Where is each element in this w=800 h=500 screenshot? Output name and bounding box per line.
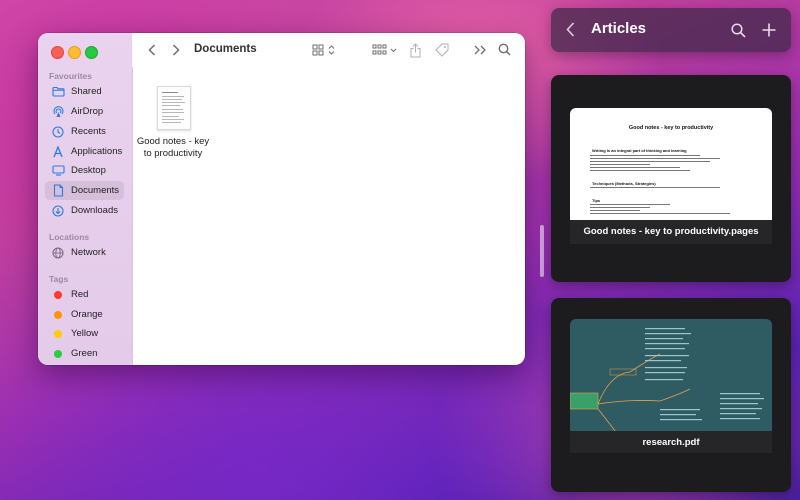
sidebar-item-network[interactable]: Network bbox=[45, 243, 124, 262]
sidebar-item-label: Applications bbox=[71, 146, 123, 157]
share-icon[interactable] bbox=[408, 41, 422, 59]
sidebar-item-label: Orange bbox=[71, 309, 103, 320]
window-title: Documents bbox=[194, 43, 257, 55]
add-icon[interactable] bbox=[762, 23, 776, 42]
articles-title: Articles bbox=[591, 20, 647, 37]
forward-icon[interactable] bbox=[169, 42, 183, 58]
back-icon[interactable] bbox=[145, 42, 159, 58]
folder-icon bbox=[50, 86, 66, 97]
document-preview: Good notes - key to productivity Writing… bbox=[570, 108, 772, 220]
zoom-window-button[interactable] bbox=[85, 46, 98, 59]
article-card-pdf[interactable]: research.pdf bbox=[551, 298, 791, 492]
sidebar-item-label: Red bbox=[71, 289, 89, 300]
sidebar-item-label: Recents bbox=[71, 126, 106, 137]
finder-window: Favourites Shared AirDrop Recents Applic… bbox=[38, 33, 525, 365]
sidebar-item-documents[interactable]: Documents bbox=[45, 181, 124, 200]
sidebar-item-label: Desktop bbox=[71, 165, 106, 176]
sidebar-item-label: AirDrop bbox=[71, 106, 104, 117]
view-icon-grid-icon[interactable] bbox=[311, 42, 337, 58]
article-card-title: Good notes - key to productivity.pages bbox=[583, 226, 759, 237]
finder-sidebar: Favourites Shared AirDrop Recents Applic… bbox=[38, 33, 133, 365]
file-name-line: Good notes - key bbox=[136, 136, 210, 147]
sidebar-item-shared[interactable]: Shared bbox=[45, 82, 124, 101]
download-icon bbox=[50, 204, 66, 217]
tag-dot-icon bbox=[54, 329, 62, 338]
article-card-title: research.pdf bbox=[642, 437, 700, 448]
sidebar-item-desktop[interactable]: Desktop bbox=[45, 161, 124, 180]
tag-dot-icon bbox=[54, 349, 62, 358]
minimize-window-button[interactable] bbox=[68, 46, 81, 59]
articles-header: Articles bbox=[551, 8, 791, 52]
search-icon[interactable] bbox=[496, 41, 512, 57]
favourites-heading: Favourites bbox=[49, 71, 92, 81]
sidebar-item-label: Green bbox=[71, 348, 98, 359]
mindmap-preview bbox=[570, 319, 772, 431]
split-handle[interactable] bbox=[540, 225, 544, 277]
locations-heading: Locations bbox=[49, 232, 90, 242]
clock-icon bbox=[50, 125, 66, 138]
preview-section-heading: Tips bbox=[592, 198, 601, 203]
article-card-pages[interactable]: Good notes - key to productivity Writing… bbox=[551, 75, 791, 282]
group-by-icon[interactable] bbox=[372, 42, 400, 58]
sidebar-item-label: Documents bbox=[71, 185, 120, 196]
sidebar-item-downloads[interactable]: Downloads bbox=[45, 201, 124, 220]
tag-dot-icon bbox=[54, 310, 62, 319]
sidebar-tag-green[interactable]: Green bbox=[45, 344, 124, 363]
preview-heading: Good notes - key to productivity bbox=[628, 125, 714, 131]
back-icon[interactable] bbox=[566, 22, 575, 42]
mindmap-image bbox=[570, 328, 764, 431]
sidebar-tag-yellow[interactable]: Yellow bbox=[45, 324, 124, 343]
sidebar-item-airdrop[interactable]: AirDrop bbox=[45, 102, 124, 121]
sidebar-item-label: Yellow bbox=[71, 328, 99, 339]
document-icon bbox=[50, 184, 66, 197]
tag-dot-icon bbox=[54, 290, 62, 299]
search-icon[interactable] bbox=[731, 23, 746, 43]
sidebar-tag-orange[interactable]: Orange bbox=[45, 305, 124, 324]
sidebar-item-recents[interactable]: Recents bbox=[45, 122, 124, 141]
tags-heading: Tags bbox=[49, 274, 69, 284]
file-name-line: to productivity bbox=[143, 148, 203, 159]
tag-icon[interactable] bbox=[434, 42, 450, 58]
sidebar-item-label: Network bbox=[71, 247, 106, 258]
file-thumbnail[interactable] bbox=[157, 86, 191, 130]
sidebar-item-label: Shared bbox=[71, 86, 102, 97]
sidebar-item-applications[interactable]: Applications bbox=[45, 142, 124, 161]
finder-toolbar: Documents bbox=[132, 33, 525, 67]
preview-section-heading: Techniques (Methods, Strategies) bbox=[592, 181, 656, 186]
file-name-label[interactable]: Good notes - key to productivity bbox=[134, 136, 212, 160]
preview-section-heading: Writing is an integral part of thinking … bbox=[592, 148, 687, 153]
globe-icon bbox=[50, 246, 66, 259]
more-toolbar-items-icon[interactable] bbox=[473, 42, 487, 58]
desktop-icon bbox=[50, 165, 66, 176]
applications-icon bbox=[50, 145, 66, 158]
sidebar-item-label: Downloads bbox=[71, 205, 118, 216]
close-window-button[interactable] bbox=[51, 46, 64, 59]
sidebar-tag-red[interactable]: Red bbox=[45, 285, 124, 304]
airdrop-icon bbox=[50, 105, 66, 118]
